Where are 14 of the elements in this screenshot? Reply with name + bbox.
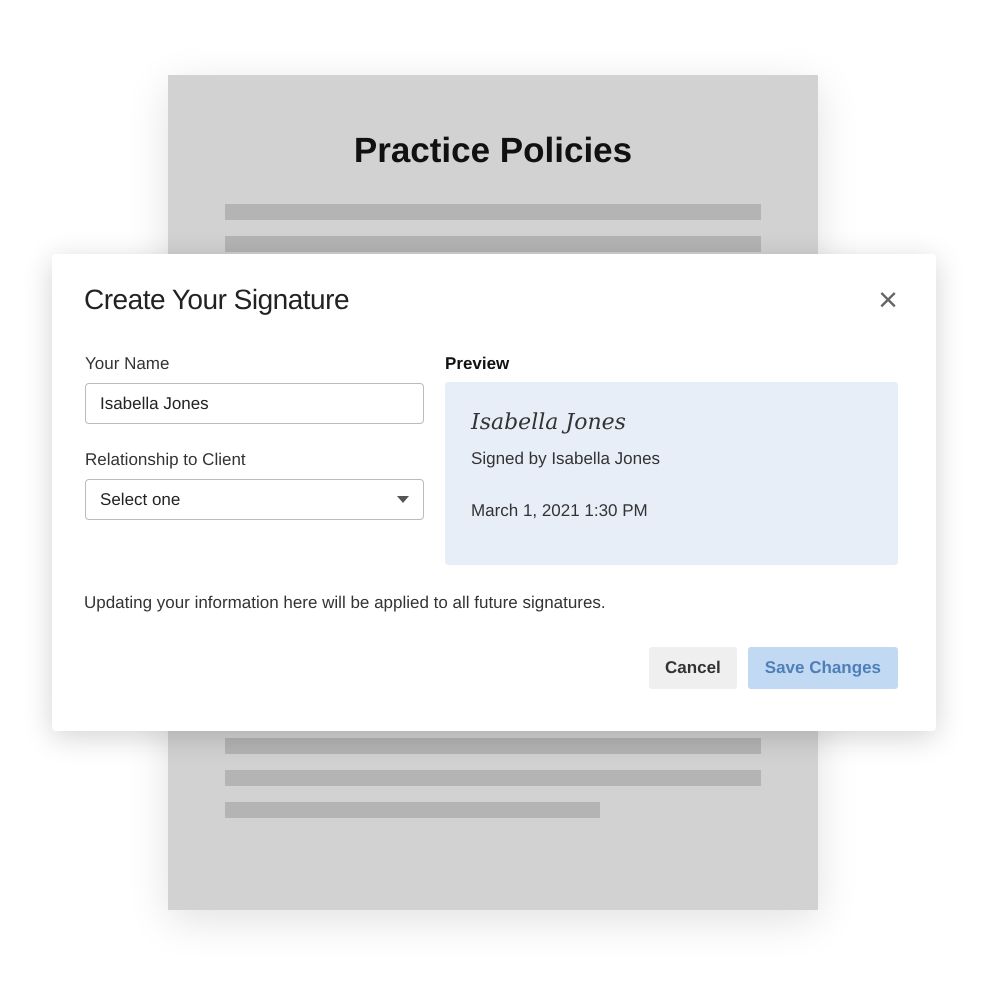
signed-by-text: Signed by Isabella Jones <box>471 449 662 469</box>
signature-date: March 1, 2021 1:30 PM <box>471 501 649 521</box>
preview-label: Preview <box>445 354 510 374</box>
document-title: Practice Policies <box>352 131 634 171</box>
field-label: Relationship to Client <box>85 450 247 470</box>
dialog-title: Create Your Signature <box>84 284 350 316</box>
cancel-button[interactable]: Cancel <box>649 647 737 689</box>
field-label: Your Name <box>85 354 170 374</box>
close-button[interactable]: × <box>878 285 898 315</box>
name-field[interactable]: Isabella Jones <box>85 383 424 424</box>
info-text: Updating your information here will be applied to all future signatures. <box>84 593 607 613</box>
signature: Isabella Jones <box>471 410 627 435</box>
caret-icon <box>397 496 409 503</box>
dropdown[interactable]: Select one <box>85 479 424 520</box>
